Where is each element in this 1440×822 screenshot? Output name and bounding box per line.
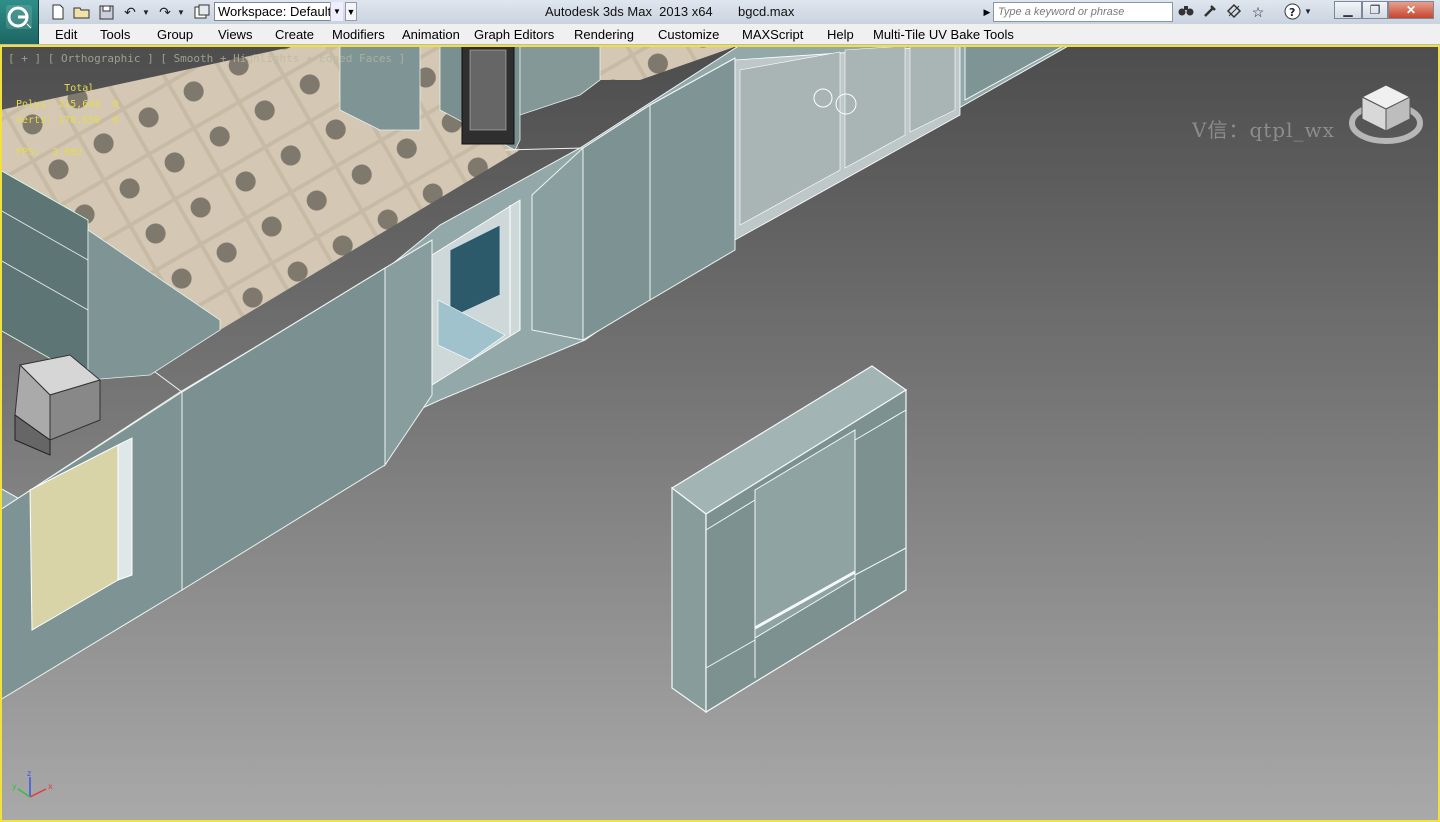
search-expand-icon[interactable]: ▶ <box>981 2 993 22</box>
help-dropdown-icon[interactable]: ▼ <box>1302 3 1314 21</box>
printer-model <box>14 354 102 456</box>
close-icon: ✕ <box>1405 3 1417 17</box>
menu-tools[interactable]: Tools <box>100 27 130 42</box>
axis-y-label: y <box>12 782 17 791</box>
menu-modifiers[interactable]: Modifiers <box>332 27 385 42</box>
viewport-label-menu[interactable]: [ + ] [ Orthographic ] [ Smooth + Highli… <box>8 52 405 65</box>
perspective-viewport[interactable]: [ + ] [ Orthographic ] [ Smooth + Highli… <box>0 45 1440 822</box>
binoculars-icon[interactable] <box>1176 3 1196 21</box>
restore-button[interactable]: ❐ <box>1362 1 1388 19</box>
file-title: bgcd.max <box>738 4 795 19</box>
close-button[interactable]: ✕ <box>1388 1 1434 19</box>
undo-icon[interactable]: ↶ <box>120 3 140 21</box>
favorites-star-icon[interactable]: ☆ <box>1248 3 1268 21</box>
communication-icon[interactable] <box>1224 3 1244 21</box>
search-input[interactable]: Type a keyword or phrase <box>993 2 1173 22</box>
subscription-icon[interactable] <box>1200 3 1220 21</box>
open-folder-icon[interactable] <box>72 3 92 21</box>
stats-verts: Verts: 170,659 0 <box>16 115 119 126</box>
wall-picture-inner <box>469 49 507 131</box>
new-file-icon[interactable] <box>48 3 68 21</box>
svg-text:?: ? <box>1289 6 1295 19</box>
help-icon[interactable]: ? <box>1282 3 1302 21</box>
3dsmax-logo-icon <box>6 5 32 29</box>
menu-group[interactable]: Group <box>157 27 193 42</box>
axis-z-label: z <box>27 769 31 778</box>
axis-x-label: x <box>48 782 53 791</box>
restore-icon: ❐ <box>1369 3 1381 17</box>
selected-frame-object[interactable] <box>670 365 908 714</box>
app-title: Autodesk 3ds Max 2013 x64 <box>545 4 713 19</box>
menu-animation[interactable]: Animation <box>402 27 460 42</box>
undo-dropdown-icon[interactable]: ▼ <box>141 3 151 21</box>
menu-multi-tile-uv-bake-tools[interactable]: Multi-Tile UV Bake Tools <box>873 27 1014 42</box>
menu-bar: Edit Tools Group Views Create Modifiers … <box>0 24 1440 45</box>
stats-fps: FPS: 3.002 <box>16 147 83 158</box>
menu-rendering[interactable]: Rendering <box>574 27 634 42</box>
stats-title: Total <box>64 83 95 94</box>
viewport-statistics: Total Polys: 215,644 0 Verts: 170,659 0 … <box>16 81 118 161</box>
title-bar: ↶ ▼ ↷ ▼ Workspace: Default ▼ ▼ Autodesk … <box>0 0 1440 44</box>
menu-customize[interactable]: Customize <box>658 27 719 42</box>
scene-geometry[interactable] <box>0 45 1440 822</box>
menu-edit[interactable]: Edit <box>55 27 77 42</box>
interior-wall <box>519 47 601 116</box>
viewcube-icon[interactable] <box>1348 79 1424 145</box>
project-folder-icon[interactable] <box>192 3 212 21</box>
main-wall-face <box>384 239 433 467</box>
minimize-icon: ▁ <box>1343 3 1353 17</box>
menu-create[interactable]: Create <box>275 27 314 42</box>
menu-graph-editors[interactable]: Graph Editors <box>474 27 554 42</box>
save-icon[interactable] <box>96 3 116 21</box>
redo-dropdown-icon[interactable]: ▼ <box>176 3 186 21</box>
main-wall-face <box>964 47 1063 101</box>
workspace-dropdown[interactable]: Workspace: Default <box>214 2 342 21</box>
axis-tripod-icon: z x y <box>12 769 53 798</box>
menu-views[interactable]: Views <box>218 27 252 42</box>
menu-help[interactable]: Help <box>827 27 854 42</box>
chevron-down-icon[interactable]: ▼ <box>330 2 343 21</box>
menu-maxscript[interactable]: MAXScript <box>742 27 803 42</box>
stats-polys: Polys: 215,644 0 <box>16 99 119 110</box>
redo-icon[interactable]: ↷ <box>155 3 175 21</box>
watermark-text: V信：qtpl_wx <box>1192 118 1335 142</box>
glass-doors <box>734 47 961 241</box>
application-button[interactable] <box>0 0 39 44</box>
minimize-button[interactable]: ▁ <box>1334 1 1362 19</box>
quick-access-dropdown-icon[interactable]: ▼ <box>345 2 357 21</box>
